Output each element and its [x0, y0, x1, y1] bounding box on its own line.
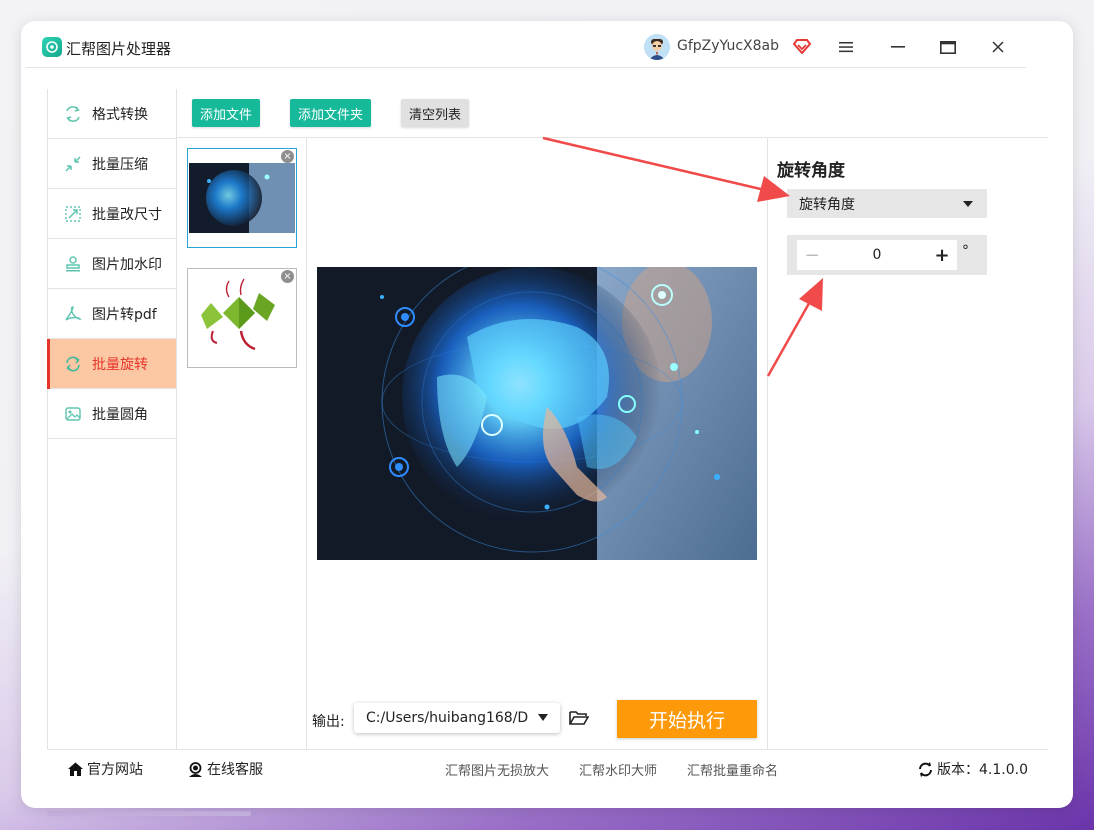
- official-website-link[interactable]: 官方网站: [67, 759, 143, 779]
- menu-button[interactable]: [834, 35, 858, 59]
- footer: 官方网站 在线客服 汇帮图片无损放大 汇帮水印大师 汇帮批量重命名 版本：4.1…: [47, 749, 1048, 785]
- close-icon: [992, 41, 1004, 53]
- angle-stepper-container: − 0 + °: [787, 235, 987, 275]
- maximize-icon: [940, 40, 956, 54]
- close-button[interactable]: [986, 35, 1010, 59]
- sidebar-item-label: 图片转pdf: [92, 306, 157, 323]
- minimize-button[interactable]: [886, 35, 910, 59]
- version-info[interactable]: 版本：4.1.0.0: [917, 759, 1028, 779]
- maximize-button[interactable]: [936, 35, 960, 59]
- minimize-icon: [891, 46, 905, 48]
- home-icon: [68, 762, 83, 776]
- thumbnail-image: [189, 163, 295, 233]
- sidebar-item-rotate[interactable]: 批量旋转: [47, 339, 176, 389]
- preview-image-graphic: [317, 267, 757, 560]
- start-button[interactable]: 开始执行: [617, 700, 757, 738]
- chevron-down-icon: [538, 714, 548, 721]
- sidebar-item-resize[interactable]: 批量改尺寸: [48, 189, 176, 239]
- version-label: 版本：4.1.0.0: [937, 762, 1028, 778]
- sidebar-item-label: 批量改尺寸: [92, 206, 162, 223]
- settings-title: 旋转角度: [777, 161, 845, 181]
- sidebar-item-label: 格式转换: [92, 106, 148, 123]
- angle-stepper: − 0 +: [797, 240, 957, 270]
- footer-link-watermark[interactable]: 汇帮水印大师: [579, 760, 657, 779]
- stamp-icon: [64, 255, 82, 273]
- file-list: × ×: [177, 138, 307, 749]
- sidebar-item-label: 批量圆角: [92, 406, 148, 423]
- preview-image: [317, 267, 757, 560]
- footer-link-rename[interactable]: 汇帮批量重命名: [687, 760, 778, 779]
- sidebar-item-round-corner[interactable]: 批量圆角: [48, 389, 176, 439]
- rotation-mode-value: 旋转角度: [799, 196, 855, 213]
- sidebar-item-label: 批量旋转: [92, 356, 148, 373]
- window-shadow-bar: [47, 811, 251, 816]
- sidebar-item-format-convert[interactable]: 格式转换: [48, 89, 176, 139]
- hamburger-icon: [839, 42, 853, 53]
- rotate-icon: [64, 355, 82, 373]
- remove-file-button[interactable]: ×: [281, 150, 294, 163]
- decrement-button[interactable]: −: [797, 245, 827, 266]
- vip-diamond-icon[interactable]: [792, 36, 812, 56]
- file-thumbnail[interactable]: ×: [187, 148, 297, 248]
- add-folder-button[interactable]: 添加文件夹: [290, 99, 372, 127]
- footer-link-upscale[interactable]: 汇帮图片无损放大: [445, 760, 549, 779]
- output-label: 输出:: [312, 714, 345, 730]
- degree-unit: °: [962, 243, 969, 259]
- sidebar-item-label: 图片加水印: [92, 256, 162, 273]
- sidebar-item-label: 批量压缩: [92, 156, 148, 173]
- sidebar: 格式转换 批量压缩 批量改尺寸 图片加水印 图片转pdf 批量旋转 批量圆角: [47, 89, 177, 749]
- sidebar-item-watermark[interactable]: 图片加水印: [48, 239, 176, 289]
- compress-icon: [64, 155, 82, 173]
- angle-input[interactable]: 0: [827, 247, 927, 263]
- convert-icon: [64, 105, 82, 123]
- pdf-icon: [64, 305, 82, 323]
- sidebar-item-to-pdf[interactable]: 图片转pdf: [48, 289, 176, 339]
- output-path-value: C:/Users/huibang168/D: [366, 710, 529, 726]
- toolbar: 添加文件 添加文件夹 清空列表: [177, 89, 1048, 138]
- sidebar-item-compress[interactable]: 批量压缩: [48, 139, 176, 189]
- customer-service-icon: [189, 761, 202, 777]
- settings-panel: 旋转角度 旋转角度 − 0 + °: [768, 138, 1048, 749]
- website-label: 官方网站: [87, 762, 143, 778]
- file-thumbnail[interactable]: ×: [187, 268, 297, 368]
- remove-file-button[interactable]: ×: [281, 270, 294, 283]
- online-service-link[interactable]: 在线客服: [187, 759, 263, 779]
- chevron-down-icon: [963, 201, 973, 207]
- refresh-icon: [919, 761, 932, 777]
- image-icon: [64, 405, 82, 423]
- folder-open-icon[interactable]: [569, 710, 589, 726]
- rotation-mode-select[interactable]: 旋转角度: [787, 189, 987, 218]
- app-logo-icon: [42, 37, 62, 57]
- thumbnail-image: [189, 271, 295, 367]
- output-path-select[interactable]: C:/Users/huibang168/D: [354, 703, 560, 733]
- app-title: 汇帮图片处理器: [66, 40, 172, 58]
- increment-button[interactable]: +: [927, 245, 957, 266]
- avatar[interactable]: [644, 34, 670, 60]
- preview-area: 输出: C:/Users/huibang168/D 开始执行: [307, 138, 768, 749]
- resize-icon: [64, 205, 82, 223]
- add-file-button[interactable]: 添加文件: [192, 99, 261, 127]
- service-label: 在线客服: [207, 762, 263, 778]
- title-bar: 汇帮图片处理器 GfpZyYucX8ab: [26, 26, 1026, 68]
- username[interactable]: GfpZyYucX8ab: [677, 38, 779, 54]
- clear-list-button[interactable]: 清空列表: [401, 99, 470, 127]
